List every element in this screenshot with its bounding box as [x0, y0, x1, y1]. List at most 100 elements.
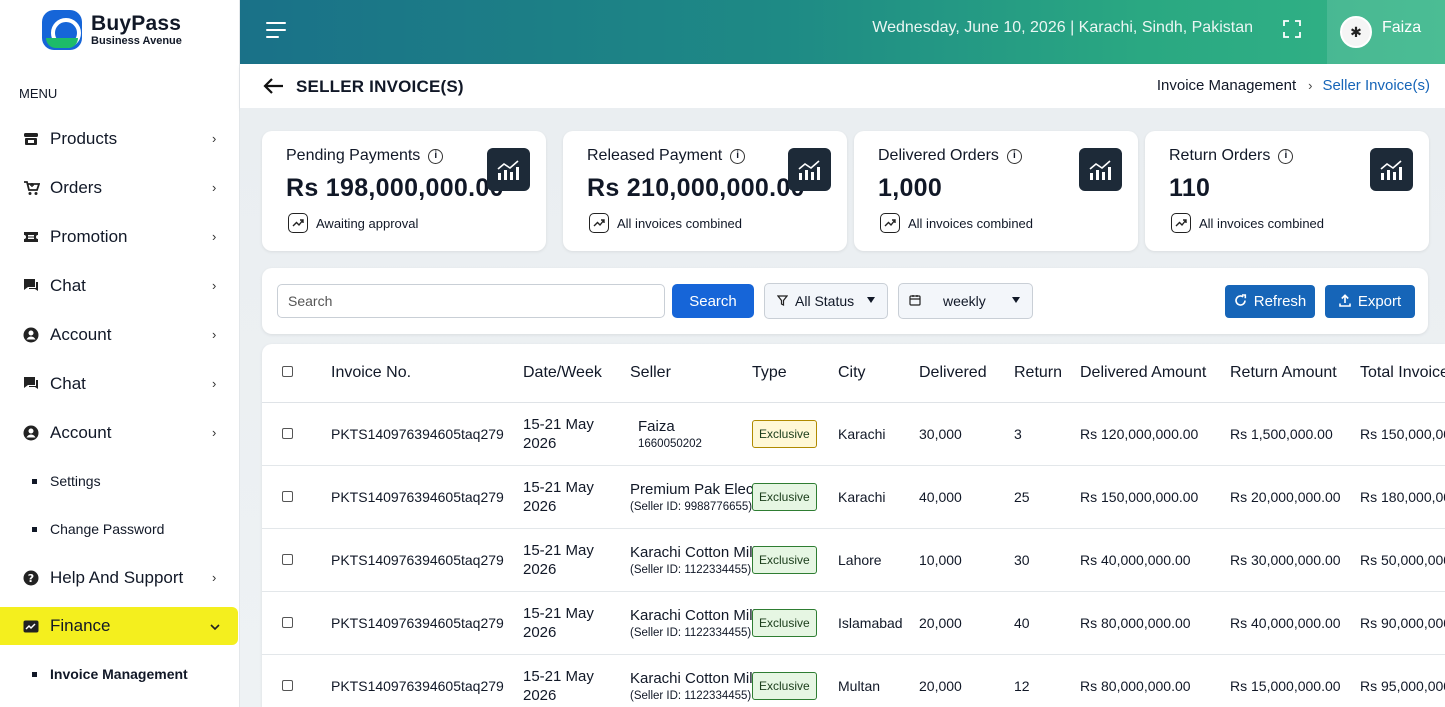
search-input[interactable]: [277, 284, 665, 318]
cart-icon: [22, 179, 40, 197]
sidebar-item-chat[interactable]: Chat ›: [0, 261, 240, 310]
type-badge: Exclusive: [752, 419, 817, 448]
return-amount-cell: Rs 20,000,000.00: [1230, 465, 1360, 529]
seller-cell: Karachi Cotton Mills (Seller ID: 11223344…: [630, 528, 764, 592]
user-menu[interactable]: ✱ Faiza: [1327, 0, 1445, 64]
delivered-amount-cell: Rs 80,000,000.00: [1080, 654, 1230, 707]
sidebar-item-products[interactable]: Products ›: [0, 114, 240, 163]
info-icon[interactable]: i: [1278, 148, 1294, 164]
card-released-payment: Released Payment i Rs 210,000,000.00 All …: [563, 131, 847, 251]
breadcrumb-item-invoice-management[interactable]: Invoice Management: [1157, 77, 1296, 94]
chart-icon: [788, 148, 831, 191]
row-checkbox[interactable]: [282, 679, 293, 691]
calendar-icon: [909, 293, 921, 309]
chart-icon: [1370, 148, 1413, 191]
export-button[interactable]: Export: [1325, 285, 1415, 318]
date-week-cell: 15-21 May 2026: [523, 591, 630, 655]
column-header-date-week[interactable]: Date/Week: [523, 344, 630, 403]
date-range: 15-21 May: [523, 604, 594, 622]
info-icon[interactable]: i: [730, 148, 746, 164]
sidebar: BuyPass Business Avenue MENU Products › …: [0, 0, 240, 707]
sidebar-subitem-label: Change Password: [50, 521, 165, 537]
info-icon[interactable]: i: [1006, 148, 1022, 164]
row-checkbox[interactable]: [282, 427, 293, 439]
user-circle-icon: [22, 424, 40, 442]
sidebar-nav: Products › Orders › Promotion › Chat › A…: [0, 114, 240, 698]
sidebar-subitem-settings[interactable]: Settings: [0, 457, 240, 505]
back-arrow-icon[interactable]: [262, 76, 284, 96]
chevron-right-icon: ›: [212, 425, 217, 440]
table-row[interactable]: PKTS140976394605taq279 15-21 May 2026 Pre…: [262, 465, 1445, 529]
trend-icon: [589, 213, 609, 233]
menu-toggle-icon[interactable]: [266, 22, 286, 38]
seller-name: Karachi Cotton Mills: [630, 543, 764, 561]
seller-cell: Karachi Cotton Mills (Seller ID: 11223344…: [630, 591, 763, 655]
seller-id: (Seller ID: 1122334455): [630, 626, 752, 639]
card-note-text: All invoices combined: [908, 215, 1034, 231]
sidebar-subitem-change-password[interactable]: Change Password: [0, 505, 240, 553]
return-cell: 12: [1014, 654, 1080, 707]
column-header-delivered[interactable]: Delivered: [919, 344, 1014, 403]
column-header-type[interactable]: Type: [752, 344, 838, 403]
column-header-return-amount[interactable]: Return Amount: [1230, 344, 1360, 403]
fullscreen-icon[interactable]: [1283, 20, 1301, 38]
chevron-right-icon: ›: [212, 180, 217, 195]
chevron-right-icon: ›: [212, 131, 217, 146]
export-label: Export: [1357, 293, 1402, 310]
delivered-amount-cell: Rs 80,000,000.00: [1080, 591, 1230, 655]
card-delivered-orders: Delivered Orders i 1,000 All invoices com…: [854, 131, 1138, 251]
sidebar-subitem-invoice-management[interactable]: Invoice Management: [0, 650, 240, 698]
sidebar-item-account-2[interactable]: Account ›: [0, 408, 240, 457]
sidebar-item-finance[interactable]: Finance: [0, 607, 238, 645]
city-cell: Karachi: [838, 465, 919, 529]
table-row[interactable]: PKTS140976394605taq279 15-21 May 2026 Kar…: [262, 654, 1445, 707]
sidebar-item-account[interactable]: Account ›: [0, 310, 240, 359]
date-year: 2026: [523, 560, 557, 578]
period-select[interactable]: weekly: [898, 283, 1033, 319]
table-row[interactable]: PKTS140976394605taq279 15-21 May 2026 Fai…: [262, 402, 1445, 466]
seller-name: Karachi Cotton Mills: [630, 669, 764, 687]
column-header-seller[interactable]: Seller: [630, 344, 752, 403]
refresh-icon: [1234, 293, 1247, 310]
search-button[interactable]: Search: [672, 284, 754, 318]
page-titlebar: SELLER INVOICE(S) Invoice Management › S…: [240, 64, 1445, 108]
card-label-text: Return Orders: [1169, 147, 1271, 164]
column-header-city[interactable]: City: [838, 344, 919, 403]
row-checkbox[interactable]: [282, 490, 293, 502]
brand-logo[interactable]: BuyPass Business Avenue: [42, 8, 182, 52]
column-header-total-invoice[interactable]: Total Invoice: [1360, 344, 1445, 403]
chevron-right-icon: ›: [1308, 78, 1313, 93]
table-row[interactable]: PKTS140976394605taq279 15-21 May 2026 Kar…: [262, 528, 1445, 592]
row-checkbox[interactable]: [282, 616, 293, 628]
refresh-button[interactable]: Refresh: [1225, 285, 1315, 318]
date-range: 15-21 May: [523, 415, 594, 433]
column-header-delivered-amount[interactable]: Delivered Amount: [1080, 344, 1230, 403]
select-all-checkbox[interactable]: [282, 365, 293, 377]
column-header-invoice-no[interactable]: Invoice No.: [331, 344, 523, 403]
status-select[interactable]: All Status: [764, 283, 888, 319]
sidebar-item-chat-2[interactable]: Chat ›: [0, 359, 240, 408]
menu-label: MENU: [19, 86, 58, 101]
info-icon[interactable]: i: [428, 148, 444, 164]
sidebar-item-promotion[interactable]: Promotion ›: [0, 212, 240, 261]
chevron-right-icon: ›: [212, 327, 217, 342]
return-cell: 25: [1014, 465, 1080, 529]
card-label-text: Delivered Orders: [878, 147, 999, 164]
card-value: 1,000: [878, 174, 943, 202]
card-pending-payments: Pending Payments i Rs 198,000,000.00 Awai…: [262, 131, 546, 251]
sidebar-item-label: Promotion: [50, 226, 128, 246]
table-row[interactable]: PKTS140976394605taq279 15-21 May 2026 Kar…: [262, 591, 1445, 655]
filter-bar: Search All Status weekly Refresh Export: [262, 268, 1428, 334]
invoice-no-cell: PKTS140976394605taq279: [331, 528, 523, 592]
total-invoice-cell: Rs 50,000,000.00: [1360, 528, 1445, 592]
status-select-value: All Status: [795, 293, 855, 309]
sidebar-item-orders[interactable]: Orders ›: [0, 163, 240, 212]
column-header-return[interactable]: Return: [1014, 344, 1080, 403]
card-label: Released Payment i: [587, 147, 746, 165]
sidebar-item-label: Products: [50, 128, 118, 148]
seller-name: Premium Pak Electr: [630, 480, 763, 498]
breadcrumb-item-seller-invoices[interactable]: Seller Invoice(s): [1322, 77, 1430, 94]
sidebar-item-help-and-support[interactable]: ? Help And Support ›: [0, 553, 240, 602]
total-invoice-cell: Rs 180,000,000.00: [1360, 465, 1445, 529]
row-checkbox[interactable]: [282, 553, 293, 565]
